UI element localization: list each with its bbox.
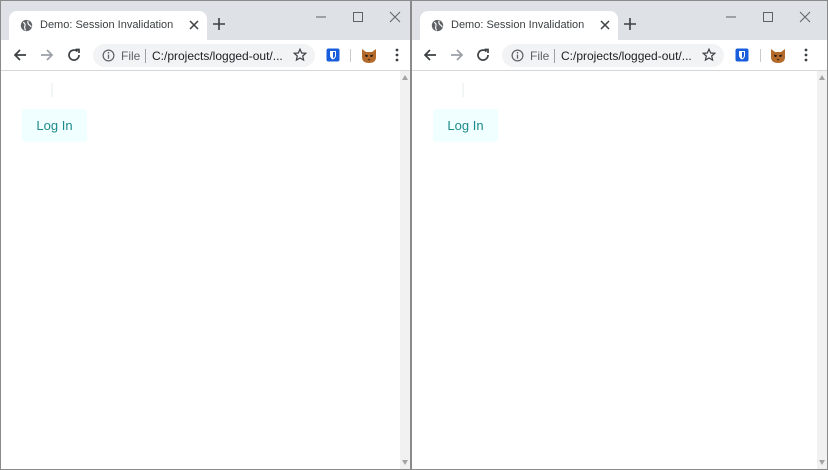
globe-icon — [20, 19, 33, 32]
address-bar[interactable]: File C:/projects/logged-out/... — [93, 44, 315, 67]
back-arrow-icon[interactable] — [422, 47, 438, 63]
info-icon[interactable] — [102, 49, 115, 62]
tab-strip: Demo: Session Invalidation — [412, 1, 827, 40]
scroll-up-arrow-icon[interactable] — [402, 75, 408, 80]
globe-icon — [431, 19, 444, 32]
url-text[interactable]: C:/projects/logged-out/... — [561, 49, 692, 63]
plus-icon[interactable] — [623, 17, 637, 31]
scroll-up-arrow-icon[interactable] — [819, 75, 825, 80]
page-content: Log In — [1, 71, 400, 469]
bitwarden-shield-icon[interactable] — [326, 48, 340, 62]
maximize-icon[interactable] — [760, 9, 776, 25]
browser-window-right: Demo: Session Invalidation File C:/proje… — [411, 0, 828, 470]
toolbar-separator — [760, 49, 761, 62]
back-arrow-icon[interactable] — [12, 47, 28, 63]
kebab-menu-icon[interactable] — [804, 48, 808, 62]
browser-tab[interactable]: Demo: Session Invalidation — [420, 11, 618, 40]
url-text[interactable]: C:/projects/logged-out/... — [152, 49, 283, 63]
plus-icon[interactable] — [212, 17, 226, 31]
page-content: Log In — [412, 71, 817, 469]
scroll-down-arrow-icon[interactable] — [819, 460, 825, 465]
window-close-icon[interactable] — [797, 9, 813, 25]
vertical-scrollbar[interactable] — [400, 71, 410, 469]
login-button[interactable]: Log In — [433, 109, 498, 142]
browser-tab[interactable]: Demo: Session Invalidation — [9, 11, 207, 40]
cat-avatar-icon[interactable] — [768, 45, 788, 65]
scheme-label: File — [121, 49, 141, 63]
forward-arrow-icon[interactable] — [39, 47, 55, 63]
browser-toolbar: File C:/projects/logged-out/... — [1, 40, 410, 71]
login-button[interactable]: Log In — [22, 109, 87, 142]
reload-icon[interactable] — [475, 47, 491, 63]
maximize-icon[interactable] — [350, 9, 366, 25]
omnibox-separator — [145, 49, 146, 63]
reload-icon[interactable] — [66, 47, 82, 63]
bitwarden-shield-icon[interactable] — [735, 48, 749, 62]
close-icon[interactable] — [188, 19, 200, 31]
star-icon[interactable] — [293, 48, 307, 62]
tab-title: Demo: Session Invalidation — [40, 19, 174, 31]
browser-window-left: Demo: Session Invalidation File C:/proje… — [0, 0, 411, 470]
cat-avatar-icon[interactable] — [359, 45, 379, 65]
faint-text-cursor — [51, 83, 53, 97]
scroll-down-arrow-icon[interactable] — [402, 460, 408, 465]
close-icon[interactable] — [599, 19, 611, 31]
kebab-menu-icon[interactable] — [395, 48, 399, 62]
scheme-label: File — [530, 49, 550, 63]
window-close-icon[interactable] — [387, 9, 403, 25]
toolbar-separator — [350, 49, 351, 62]
faint-text-cursor — [462, 83, 464, 97]
minimize-icon[interactable] — [723, 9, 739, 25]
browser-toolbar: File C:/projects/logged-out/... — [412, 40, 827, 71]
tab-title: Demo: Session Invalidation — [451, 19, 585, 31]
minimize-icon[interactable] — [313, 9, 329, 25]
forward-arrow-icon[interactable] — [449, 47, 465, 63]
star-icon[interactable] — [702, 48, 716, 62]
omnibox-separator — [554, 49, 555, 63]
address-bar[interactable]: File C:/projects/logged-out/... — [502, 44, 724, 67]
tab-strip: Demo: Session Invalidation — [1, 1, 410, 40]
vertical-scrollbar[interactable] — [817, 71, 827, 469]
info-icon[interactable] — [511, 49, 524, 62]
